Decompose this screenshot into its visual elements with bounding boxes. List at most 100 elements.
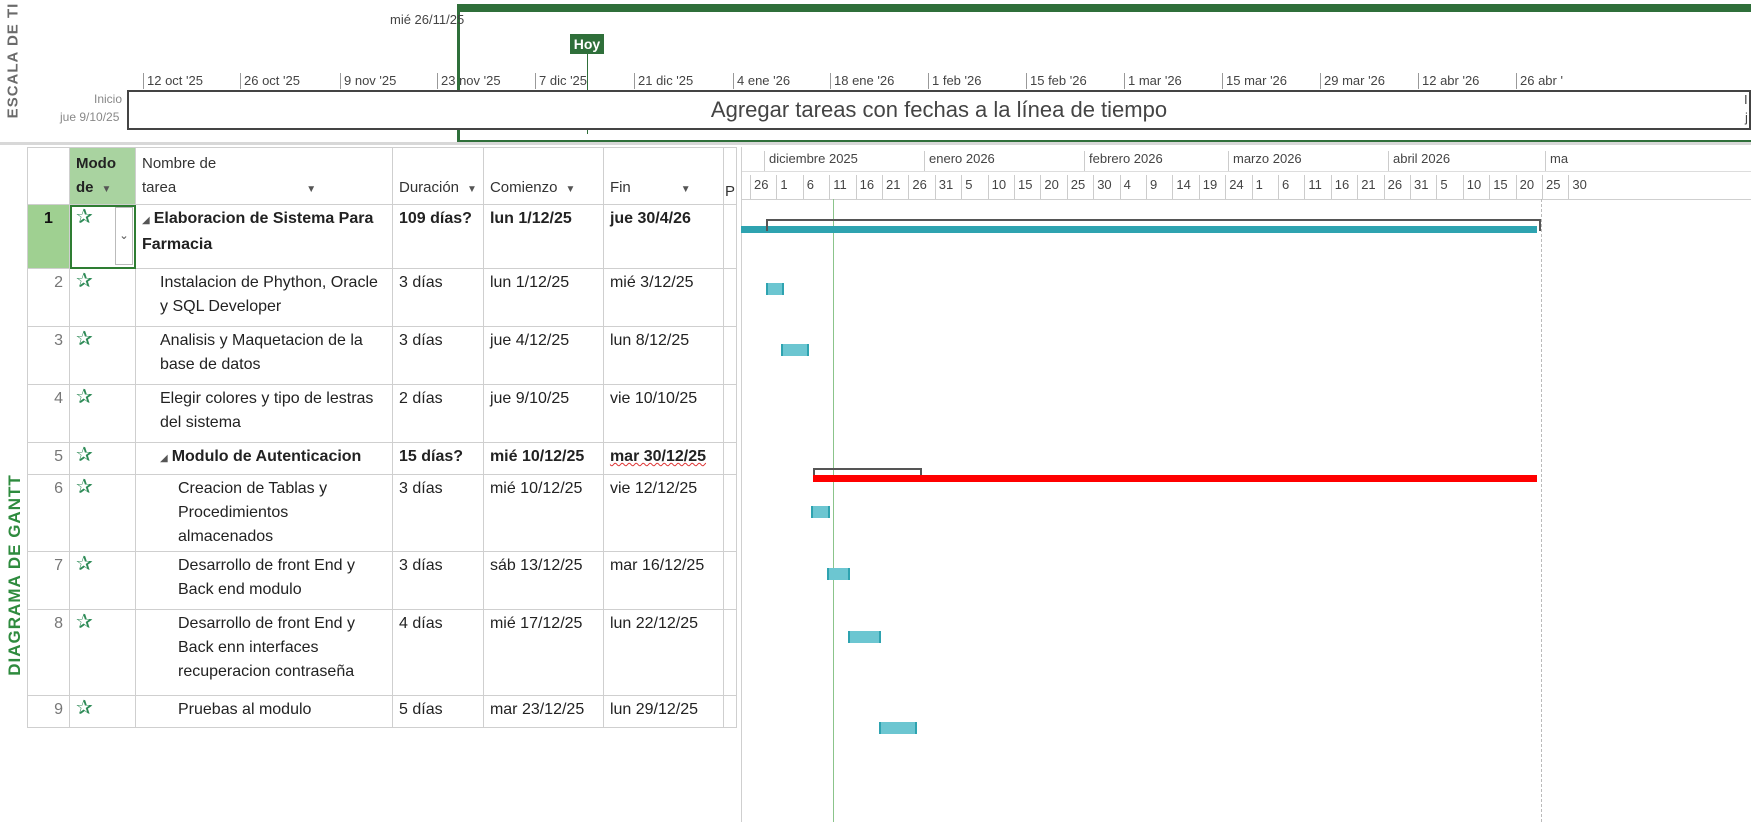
task-bar[interactable] [848,631,881,643]
task-mode-cell[interactable]: ✰ [69,442,136,475]
finish-cell[interactable]: lun 22/12/25 [602,609,724,696]
pred-cell[interactable] [722,204,737,269]
finish-cell[interactable]: lun 29/12/25 [602,695,724,728]
table-row[interactable]: 9 ✰ Pruebas al modulo 5 días mar 23/12/2… [27,695,737,728]
duration-cell[interactable]: 3 días [392,551,484,610]
duration-cell[interactable]: 3 días [392,326,484,385]
finish-cell[interactable]: vie 10/10/25 [602,384,724,443]
column-header-name[interactable]: Nombre de tarea ▼ [135,147,393,205]
task-bar[interactable] [766,283,784,295]
finish-cell[interactable]: mar 30/12/25 [602,442,724,475]
row-number[interactable]: 2 [27,268,70,327]
table-row[interactable]: 5 ✰ ◢ Modulo de Autenticacion 15 días? mi… [27,442,737,475]
table-row[interactable]: 6 ✰ Creacion de Tablas y Procedimientos … [27,474,737,552]
gantt-chart[interactable]: diciembre 2025 enero 2026 febrero 2026 marz… [741,147,1751,822]
timeline-bar[interactable]: Agregar tareas con fechas a la línea de … [127,90,1751,130]
table-row[interactable]: 4 ✰ Elegir colores y tipo de lestras del… [27,384,737,443]
task-bar[interactable] [781,344,809,356]
collapse-icon[interactable]: ◢ [160,453,168,464]
chevron-down-icon[interactable]: ▼ [681,184,691,195]
column-header-duration[interactable]: Duración ▼ [392,147,484,205]
pred-cell[interactable] [722,609,737,696]
start-cell[interactable]: lun 1/12/25 [482,268,604,327]
duration-cell[interactable]: 3 días [392,474,484,552]
duration-cell[interactable]: 109 días? [392,204,484,269]
row-number[interactable]: 8 [27,609,70,696]
select-all-header[interactable] [27,147,70,205]
task-mode-cell[interactable]: ✰ [69,609,136,696]
chevron-down-icon[interactable]: ⌄ [115,207,133,265]
task-bar[interactable] [879,722,917,734]
duration-cell[interactable]: 4 días [392,609,484,696]
start-cell[interactable]: jue 9/10/25 [482,384,604,443]
duration-cell[interactable]: 2 días [392,384,484,443]
pred-cell[interactable] [722,384,737,443]
task-mode-cell[interactable]: ✰ [69,268,136,327]
column-header-finish[interactable]: Fin ▼ [602,147,724,205]
task-name-cell[interactable]: Creacion de Tablas y Procedimientos alma… [135,474,393,552]
summary-bar-module[interactable] [813,475,1537,482]
task-name-cell[interactable]: Instalacion de Phython, Oracle y SQL Dev… [135,268,393,327]
row-number[interactable]: 6 [27,474,70,552]
row-number[interactable]: 7 [27,551,70,610]
duration-cell[interactable]: 3 días [392,268,484,327]
duration-cell[interactable]: 5 días [392,695,484,728]
start-cell[interactable]: mié 17/12/25 [482,609,604,696]
table-row[interactable]: 7 ✰ Desarrollo de front End y Back end m… [27,551,737,610]
row-number[interactable]: 3 [27,326,70,385]
start-cell[interactable]: jue 4/12/25 [482,326,604,385]
finish-cell[interactable]: jue 30/4/26 [602,204,724,269]
column-header-modo[interactable]: Modo de ▼ [69,147,136,205]
column-header-predecessors[interactable]: P [722,147,737,205]
start-cell[interactable]: mar 23/12/25 [482,695,604,728]
row-number[interactable]: 9 [27,695,70,728]
chevron-down-icon[interactable]: ▼ [565,184,575,195]
task-mode-cell[interactable]: ✰ [69,551,136,610]
chart-day-label: 11 [1304,175,1322,199]
task-bar[interactable] [827,568,850,580]
chevron-down-icon[interactable]: ▼ [467,184,477,195]
collapse-icon[interactable]: ◢ [142,215,150,226]
duration-cell[interactable]: 15 días? [392,442,484,475]
task-name-cell[interactable]: Analisis y Maquetacion de la base de dat… [135,326,393,385]
table-row[interactable]: 2 ✰ Instalacion de Phython, Oracle y SQL… [27,268,737,327]
start-cell[interactable]: lun 1/12/25 [482,204,604,269]
row-number[interactable]: 1 [27,204,70,269]
pred-cell[interactable] [722,268,737,327]
table-row[interactable]: 1 ✰ ⌄ ◢ Elaboracion de Sistema Para Farmac… [27,204,737,269]
task-mode-cell[interactable]: ✰ ⌄ [69,204,136,269]
task-name-cell[interactable]: Desarrollo de front End y Back enn inter… [135,609,393,696]
pred-cell[interactable] [722,326,737,385]
task-bar[interactable] [811,506,830,518]
pred-cell[interactable] [722,695,737,728]
start-cell[interactable]: mié 10/12/25 [482,474,604,552]
task-name-cell[interactable]: ◢ Modulo de Autenticacion [135,442,393,475]
finish-cell[interactable]: lun 8/12/25 [602,326,724,385]
task-mode-cell[interactable]: ✰ [69,474,136,552]
finish-cell[interactable]: mar 16/12/25 [602,551,724,610]
pred-cell[interactable] [722,474,737,552]
finish-cell[interactable]: vie 12/12/25 [602,474,724,552]
task-name-cell[interactable]: Elegir colores y tipo de lestras del sis… [135,384,393,443]
chevron-down-icon[interactable]: ▼ [102,184,112,195]
chart-day-label: 26 [750,175,768,199]
task-name-cell[interactable]: Desarrollo de front End y Back end modul… [135,551,393,610]
task-name-cell[interactable]: ◢ Elaboracion de Sistema Para Farmacia [135,204,393,269]
pred-cell[interactable] [722,551,737,610]
start-cell[interactable]: sáb 13/12/25 [482,551,604,610]
timeline-tick-label: 23 nov '25 [437,73,501,89]
start-cell[interactable]: mié 10/12/25 [482,442,604,475]
finish-cell[interactable]: mié 3/12/25 [602,268,724,327]
chevron-down-icon[interactable]: ▼ [306,184,316,195]
table-row[interactable]: 3 ✰ Analisis y Maquetacion de la base de… [27,326,737,385]
row-number[interactable]: 5 [27,442,70,475]
chart-month-label: ma [1545,151,1568,171]
task-mode-cell[interactable]: ✰ [69,695,136,728]
column-header-start[interactable]: Comienzo ▼ [482,147,604,205]
row-number[interactable]: 4 [27,384,70,443]
task-name-cell[interactable]: Pruebas al modulo [135,695,393,728]
table-row[interactable]: 8 ✰ Desarrollo de front End y Back enn i… [27,609,737,696]
pred-cell[interactable] [722,442,737,475]
task-mode-cell[interactable]: ✰ [69,326,136,385]
task-mode-cell[interactable]: ✰ [69,384,136,443]
